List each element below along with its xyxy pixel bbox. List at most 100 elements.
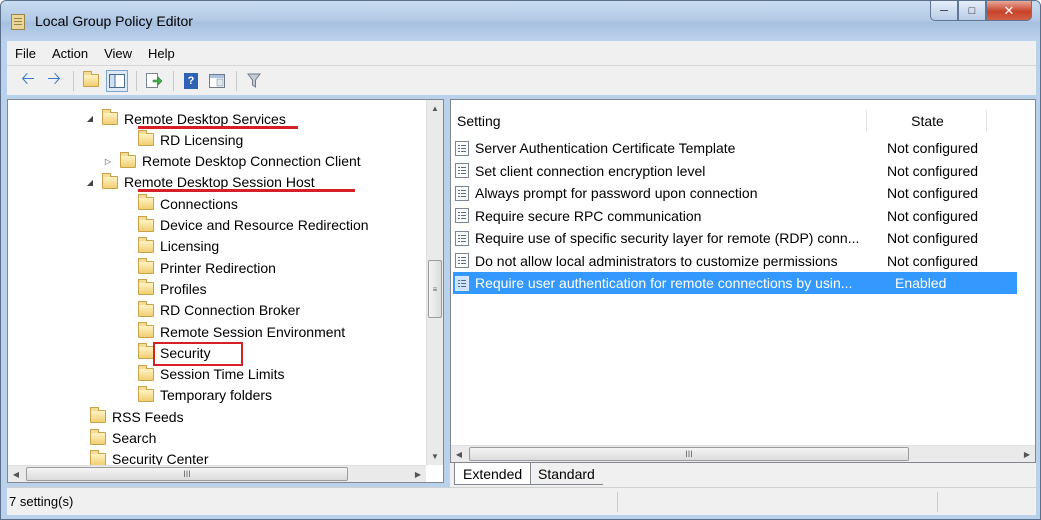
policy-setting-icon [455,140,469,156]
folder-icon [120,151,136,168]
export-list-icon[interactable] [143,70,165,92]
setting-row[interactable]: Always prompt for password upon connecti… [453,182,1017,204]
tree-item-label: Remote Desktop Connection Client [142,153,361,170]
folder-icon [138,258,154,275]
menu-file[interactable]: File [15,46,36,61]
tab-standard[interactable]: Standard [530,463,603,485]
tree-item[interactable]: Remote Session Environment [120,321,345,342]
folder-icon [138,194,154,211]
scroll-left-arrow-icon[interactable]: ◀ [451,446,467,462]
tree-item[interactable]: Session Time Limits [120,364,284,385]
folder-icon [138,364,154,381]
expand-toggle-icon[interactable]: ◢ [84,178,96,187]
forward-icon[interactable]: 🡢 [43,69,65,92]
tree-item-label: Printer Redirection [160,259,276,276]
status-divider [617,492,618,512]
tree-item-label: Licensing [160,238,220,255]
setting-name: Do not allow local administrators to cus… [475,252,838,269]
folder-icon [102,172,118,189]
minimize-button[interactable]: ─ [930,1,958,21]
tree-vertical-scrollbar[interactable]: ▲ ≡ ▼ [426,100,443,465]
tree-item-label: Remote Desktop Session Host [124,174,315,191]
tree-item[interactable]: RD Licensing [120,129,243,150]
setting-name: Set client connection encryption level [475,162,706,179]
expand-toggle-icon[interactable]: ◢ [84,114,96,123]
highlight-underline [138,189,355,192]
setting-row[interactable]: Server Authentication Certificate Templa… [453,137,1017,159]
status-text: 7 setting(s) [9,494,74,509]
column-header-state[interactable]: State [869,110,987,132]
folder-icon [90,428,106,445]
tree-item-label: Remote Session Environment [160,323,346,340]
tree-item[interactable]: Search [72,428,156,449]
setting-row[interactable]: Require secure RPC communication Not conf… [453,205,1017,227]
folder-icon [138,343,154,360]
tree-item-label: Connections [160,195,238,212]
setting-row[interactable]: Set client connection encryption level No… [453,160,1017,182]
toolbar-separator [73,70,74,91]
tree-item[interactable]: Temporary folders [120,385,272,406]
scroll-thumb[interactable]: ≡ [428,260,442,318]
view-tabs: Extended Standard [450,463,1036,487]
setting-name: Require use of specific security layer f… [475,230,860,246]
tree-item-label: Remote Desktop Services [124,110,286,127]
tree-item[interactable]: RD Connection Broker [120,300,300,321]
toolbar-separator [236,70,237,91]
scroll-right-arrow-icon[interactable]: ▶ [1019,446,1035,462]
scroll-down-arrow-icon[interactable]: ▼ [427,448,443,465]
tab-extended[interactable]: Extended [454,463,532,485]
policy-setting-icon [455,275,469,291]
folder-icon [138,385,154,402]
app-window: Local Group Policy Editor ─ □ ✕ File Act… [0,0,1041,520]
tree-item[interactable]: ▷ Remote Desktop Connection Client [102,151,361,172]
scroll-right-arrow-icon[interactable]: ▶ [410,466,426,482]
tree-item[interactable]: Device and Resource Redirection [120,215,369,236]
close-button[interactable]: ✕ [986,1,1032,21]
setting-state: Not configured [887,162,979,179]
expand-toggle-icon[interactable]: ▷ [102,157,114,166]
setting-row[interactable]: Require use of specific security layer f… [453,227,1017,249]
folder-icon [138,322,154,338]
menu-help[interactable]: Help [148,46,175,61]
tree-horizontal-scrollbar[interactable]: ◀ III ▶ [8,465,426,482]
folder-icon [138,300,154,317]
maximize-button[interactable]: □ [958,1,986,21]
column-header-setting[interactable]: Setting [457,110,867,132]
tree-item[interactable]: RSS Feeds [72,406,184,427]
folder-icon [102,109,118,125]
highlight-box [153,342,243,366]
tree-pane[interactable]: ◢ Remote Desktop Services RD Licensing ▷ Rem… [7,99,444,483]
folder-icon [138,279,154,296]
setting-row[interactable]: Do not allow local administrators to cus… [453,250,1017,272]
menu-action[interactable]: Action [52,46,88,61]
back-icon[interactable]: 🡠 [17,69,39,92]
policy-setting-icon [455,185,469,201]
policy-editor-icon [11,14,25,30]
tree-item-label: RSS Feeds [112,408,184,425]
menu-view[interactable]: View [104,46,132,61]
policy-setting-icon [455,253,469,268]
properties-view-icon[interactable] [206,70,228,92]
filter-icon[interactable] [243,70,265,92]
settings-list-pane[interactable]: Setting State Server Authentication Cert… [450,99,1036,463]
help-icon[interactable]: ? [180,70,202,92]
scroll-thumb[interactable]: III [469,447,909,461]
folder-icon [138,215,154,232]
setting-state: Not configured [887,230,979,246]
show-hide-tree-icon[interactable] [106,69,128,92]
highlight-underline [138,126,298,129]
tree-item[interactable]: Printer Redirection [120,257,276,278]
scroll-up-arrow-icon[interactable]: ▲ [427,100,443,117]
tree-item[interactable]: Profiles [120,278,207,299]
setting-name: Always prompt for password upon connecti… [475,185,758,201]
setting-name: Server Authentication Certificate Templa… [475,140,736,156]
menu-bar: File Action View Help [7,41,1036,65]
tree-item[interactable]: Connections [120,193,238,214]
setting-row[interactable]: Require user authentication for remote c… [453,272,1017,294]
scroll-thumb[interactable]: III [26,467,348,481]
title-bar[interactable]: Local Group Policy Editor ─ □ ✕ [1,1,1040,41]
up-folder-icon[interactable] [80,70,102,92]
scroll-left-arrow-icon[interactable]: ◀ [8,466,24,482]
list-horizontal-scrollbar[interactable]: ◀ III ▶ [451,445,1035,462]
tree-item[interactable]: Licensing [120,236,219,257]
